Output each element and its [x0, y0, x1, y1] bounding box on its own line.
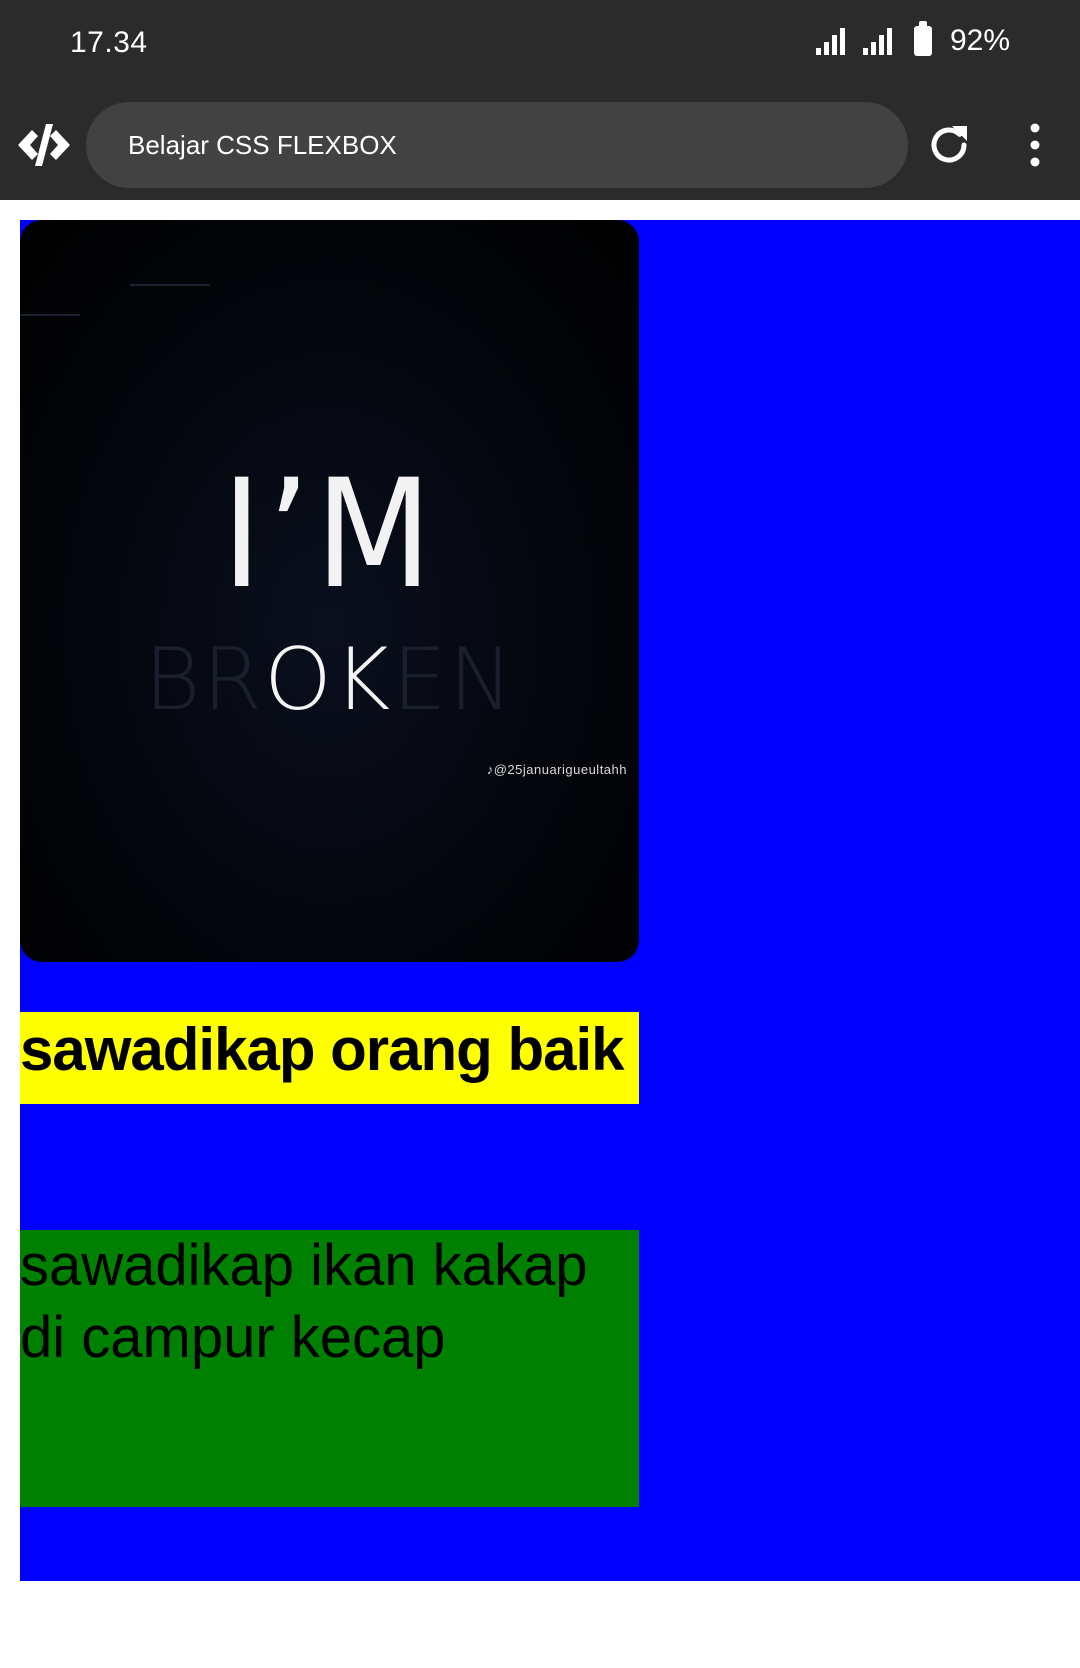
signal-icon	[815, 27, 845, 55]
image-decor-line	[20, 314, 80, 316]
title-bar[interactable]: Belajar CSS FLEXBOX	[86, 102, 908, 188]
reload-icon[interactable]	[926, 122, 972, 168]
status-time: 17.34	[70, 26, 148, 59]
signal-icon	[862, 27, 892, 55]
battery-icon	[913, 21, 932, 56]
image-text-br: BR	[144, 630, 265, 730]
yellow-box: sawadikap orang baik	[20, 1012, 639, 1104]
image-text-broken: BROKEN	[20, 630, 639, 730]
green-box: sawadikap ikan kakap di campur kecap	[20, 1230, 639, 1507]
image-text-en: EN	[392, 630, 515, 730]
page-title: Belajar CSS FLEXBOX	[128, 130, 397, 160]
more-vert-icon[interactable]	[1020, 120, 1050, 170]
image-decor-line	[130, 284, 210, 286]
status-bar: 17.34 92%	[0, 0, 1080, 92]
code-icon[interactable]	[16, 122, 72, 168]
flex-container: I’M BROKEN ♪@25januarigueultahh sawadika…	[20, 220, 1080, 1581]
image-text-ok: OK	[264, 630, 393, 730]
app-bar: Belajar CSS FLEXBOX	[0, 92, 1080, 200]
battery-level: 92%	[949, 24, 1010, 57]
status-indicators: 92%	[815, 21, 1010, 58]
image-text-im: I’M	[221, 448, 438, 622]
broken-image: I’M BROKEN ♪@25januarigueultahh	[20, 220, 639, 962]
image-watermark: ♪@25januarigueultahh	[486, 762, 627, 777]
